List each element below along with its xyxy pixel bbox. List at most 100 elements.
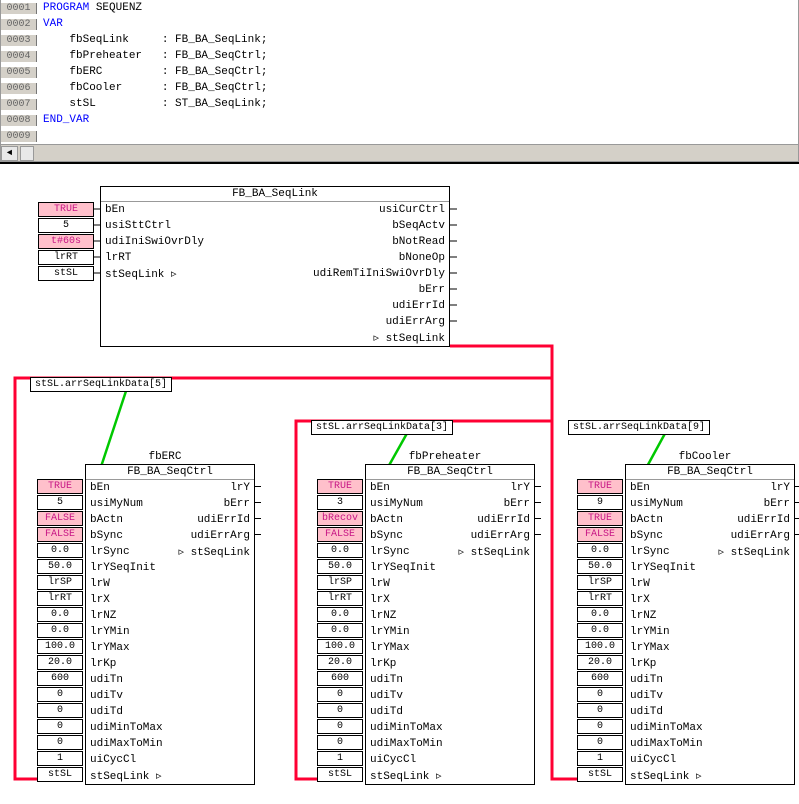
input-port-value[interactable]: 0.0 [577, 623, 623, 638]
output-pin [535, 518, 541, 519]
input-port-value[interactable]: 0 [37, 719, 83, 734]
input-port-value[interactable]: TRUE [37, 479, 83, 494]
code-line[interactable]: 0006 fbCooler : FB_BA_SeqCtrl; [1, 80, 798, 96]
input-port-value[interactable]: 5 [38, 218, 94, 233]
fb-port-row: udiMaxToMin [366, 736, 534, 752]
input-port-value[interactable]: 20.0 [317, 655, 363, 670]
input-port-value[interactable]: 0 [577, 735, 623, 750]
fb-seqlink-block[interactable]: FB_BA_SeqLink bEnusiCurCtrlusiSttCtrlbSe… [100, 186, 450, 347]
input-port-value[interactable]: 1 [37, 751, 83, 766]
fb-seqctrl-block[interactable]: FB_BA_SeqCtrlbEnlrYusiMyNumbErrbActnudiE… [85, 464, 255, 785]
input-port-value[interactable]: FALSE [37, 527, 83, 542]
input-port-value[interactable]: stSL [37, 767, 83, 782]
code-line[interactable]: 0008END_VAR [1, 112, 798, 128]
input-port-value[interactable]: 0.0 [37, 607, 83, 622]
input-port-value[interactable]: FALSE [37, 511, 83, 526]
fb-port-row: udiTv [86, 688, 254, 704]
horizontal-scrollbar[interactable]: ◄ [1, 144, 798, 161]
input-port-value[interactable]: 50.0 [577, 559, 623, 574]
code-line[interactable]: 0004 fbPreheater : FB_BA_SeqCtrl; [1, 48, 798, 64]
output-pin [535, 486, 541, 487]
input-port-value[interactable]: 100.0 [577, 639, 623, 654]
fb-seqctrl-block[interactable]: FB_BA_SeqCtrlbEnlrYusiMyNumbErrbActnudiE… [625, 464, 795, 785]
fb-port-row: udiIniSwiOvrDlybNotRead [101, 234, 449, 250]
input-port-value[interactable]: 100.0 [37, 639, 83, 654]
input-port-value[interactable]: 0.0 [317, 607, 363, 622]
input-port-value[interactable]: 0 [317, 735, 363, 750]
input-port-value[interactable]: 3 [317, 495, 363, 510]
input-port-value[interactable]: 0.0 [577, 543, 623, 558]
input-port-value[interactable]: 600 [37, 671, 83, 686]
input-port-value[interactable]: 0 [37, 703, 83, 718]
output-pin [255, 502, 261, 503]
input-port-value[interactable]: 20.0 [577, 655, 623, 670]
input-port-value[interactable]: 600 [317, 671, 363, 686]
input-port-value[interactable]: 0 [577, 703, 623, 718]
input-port-value[interactable]: 0 [577, 687, 623, 702]
input-port-value[interactable]: 0 [37, 687, 83, 702]
input-port-value[interactable]: FALSE [577, 527, 623, 542]
input-port-value[interactable]: 1 [577, 751, 623, 766]
input-port-value[interactable]: 0 [577, 719, 623, 734]
output-pin [795, 518, 799, 519]
input-port-value[interactable]: stSL [38, 266, 94, 281]
scroll-thumb[interactable] [20, 146, 34, 161]
input-port-value[interactable]: TRUE [577, 511, 623, 526]
input-port-value[interactable]: bRecov [317, 511, 363, 526]
scroll-left-button[interactable]: ◄ [1, 146, 18, 161]
fb-seqctrl-block[interactable]: FB_BA_SeqCtrlbEnlrYusiMyNumbErrbActnudiE… [365, 464, 535, 785]
input-port-value[interactable]: lrRT [37, 591, 83, 606]
output-pin [255, 518, 261, 519]
input-port-value[interactable]: 20.0 [37, 655, 83, 670]
input-port-value[interactable]: lrRT [38, 250, 94, 265]
input-port-value[interactable]: lrRT [317, 591, 363, 606]
code-line[interactable]: 0009 [1, 128, 798, 144]
input-port-value[interactable]: lrSP [37, 575, 83, 590]
input-port-value[interactable]: 0 [317, 687, 363, 702]
branch-label-1: stSL.arrSeqLinkData[3] [311, 420, 453, 435]
input-port-value[interactable]: 100.0 [317, 639, 363, 654]
fb-port-row: uiCycCl [86, 752, 254, 768]
input-port-value[interactable]: FALSE [317, 527, 363, 542]
fb-port-row: bEnusiCurCtrl [101, 202, 449, 218]
fb-port-row: bActnudiErrId [626, 512, 794, 528]
input-port-value[interactable]: 0.0 [37, 623, 83, 638]
input-port-value[interactable]: 0.0 [317, 623, 363, 638]
input-port-value[interactable]: stSL [317, 767, 363, 782]
input-port-value[interactable]: TRUE [577, 479, 623, 494]
input-port-value[interactable]: stSL [577, 767, 623, 782]
fb-port-row: lrSync▹ stSeqLink [626, 544, 794, 560]
input-port-value[interactable]: 0.0 [37, 543, 83, 558]
fb-type-label: FB_BA_SeqCtrl [626, 465, 794, 480]
fb-port-row: udiMinToMax [626, 720, 794, 736]
input-port-value[interactable]: lrSP [577, 575, 623, 590]
input-port-value[interactable]: 0 [317, 719, 363, 734]
input-port-value[interactable]: 0 [317, 703, 363, 718]
line-number: 0006 [1, 83, 37, 94]
code-line[interactable]: 0002VAR [1, 16, 798, 32]
code-line[interactable]: 0003 fbSeqLink : FB_BA_SeqLink; [1, 32, 798, 48]
input-port-value[interactable]: 600 [577, 671, 623, 686]
input-port-value[interactable]: 50.0 [37, 559, 83, 574]
input-port-value[interactable]: lrRT [577, 591, 623, 606]
line-number: 0005 [1, 67, 37, 78]
code-line[interactable]: 0005 fbERC : FB_BA_SeqCtrl; [1, 64, 798, 80]
fb-port-row: udiErrArg [101, 314, 449, 330]
output-pin [795, 486, 799, 487]
fb-port-row: bEnlrY [86, 480, 254, 496]
input-port-value[interactable]: TRUE [317, 479, 363, 494]
input-port-value[interactable]: TRUE [38, 202, 94, 217]
fb-port-row: ▹ stSeqLink [101, 330, 449, 346]
input-port-value[interactable]: t#60s [38, 234, 94, 249]
code-line[interactable]: 0001PROGRAM SEQUENZ [1, 0, 798, 16]
input-port-value[interactable]: 0.0 [317, 543, 363, 558]
input-port-value[interactable]: 5 [37, 495, 83, 510]
input-port-value[interactable]: 1 [317, 751, 363, 766]
code-line[interactable]: 0007 stSL : ST_BA_SeqLink; [1, 96, 798, 112]
input-port-value[interactable]: lrSP [317, 575, 363, 590]
input-port-value[interactable]: 50.0 [317, 559, 363, 574]
input-port-value[interactable]: 9 [577, 495, 623, 510]
code-text: stSL : ST_BA_SeqLink; [37, 98, 267, 110]
input-port-value[interactable]: 0.0 [577, 607, 623, 622]
input-port-value[interactable]: 0 [37, 735, 83, 750]
